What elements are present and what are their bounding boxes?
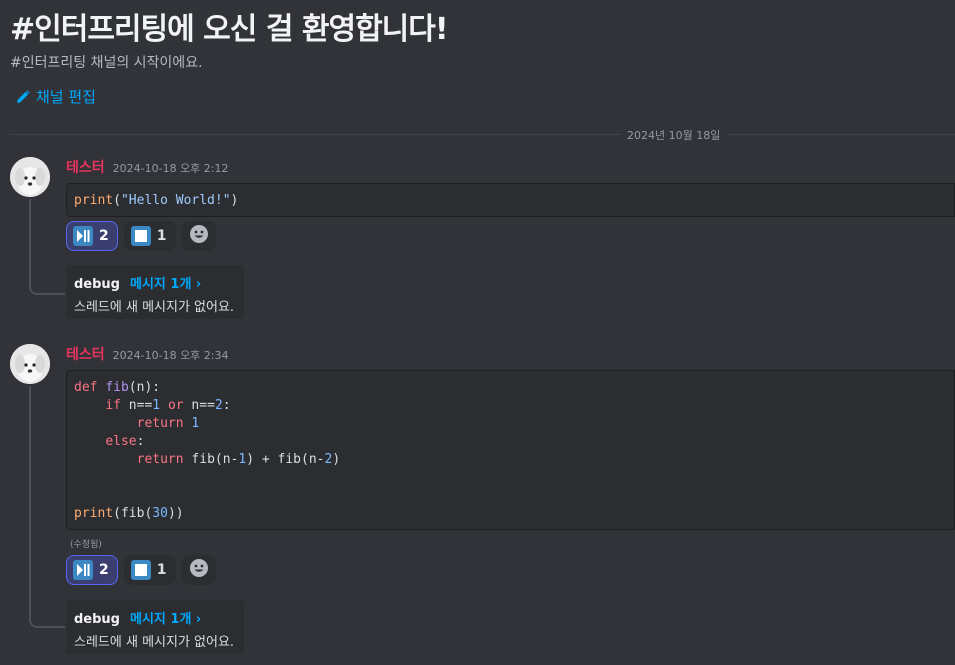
edited-label: (수정됨) [70, 540, 102, 550]
thread-empty-text: 스레드에 새 메시지가 없어요. [74, 635, 235, 650]
code-block: print("Hello World!") [66, 183, 955, 217]
stop-icon [130, 560, 151, 580]
reaction-count: 1 [156, 228, 167, 244]
thread-preview[interactable]: debug 메시지 1개 › 스레드에 새 메시지가 없어요. [66, 600, 244, 654]
reaction-count: 2 [99, 228, 109, 244]
reactions-bar: 2 1 [66, 555, 216, 585]
smiley-icon [189, 558, 209, 582]
thread-connector [29, 386, 65, 628]
message-header: 테스터 2024-10-18 오후 2:12 [66, 157, 229, 177]
thread-name: debug [74, 612, 120, 627]
thread-message-count[interactable]: 메시지 1개 › [130, 273, 201, 292]
author-name[interactable]: 테스터 [66, 157, 105, 177]
code-block: def fib(n): if n==1 or n==2: return 1 el… [66, 370, 955, 530]
avatar[interactable] [10, 344, 50, 384]
reaction-stop[interactable]: 1 [123, 555, 176, 585]
thread-empty-text: 스레드에 새 메시지가 없어요. [74, 300, 235, 315]
play-pause-icon [73, 560, 93, 580]
welcome-subtitle: #인터프리팅 채널의 시작이에요. [10, 55, 203, 71]
thread-connector [29, 199, 65, 295]
edit-channel-label: 채널 편집 [36, 88, 96, 106]
date-divider-line [10, 134, 955, 135]
reactions-bar: 2 1 [66, 221, 216, 251]
reaction-play-pause[interactable]: 2 [66, 555, 118, 585]
smiley-icon [189, 224, 209, 248]
add-reaction-button[interactable] [181, 221, 216, 251]
thread-message-count[interactable]: 메시지 1개 › [130, 608, 201, 627]
play-pause-icon [73, 226, 93, 246]
avatar[interactable] [10, 157, 50, 197]
thread-name: debug [74, 277, 120, 292]
channel-view: #인터프리팅에 오신 걸 환영합니다! #인터프리팅 채널의 시작이에요. 채널… [0, 0, 955, 665]
edit-channel-button[interactable]: 채널 편집 [16, 86, 96, 107]
add-reaction-button[interactable] [181, 555, 216, 585]
welcome-title: #인터프리팅에 오신 걸 환영합니다! [10, 12, 449, 47]
message-header: 테스터 2024-10-18 오후 2:34 [66, 344, 229, 364]
thread-preview[interactable]: debug 메시지 1개 › 스레드에 새 메시지가 없어요. [66, 265, 244, 319]
reaction-stop[interactable]: 1 [123, 221, 176, 251]
reaction-play-pause[interactable]: 2 [66, 221, 118, 251]
reaction-count: 2 [99, 562, 109, 578]
author-name[interactable]: 테스터 [66, 344, 105, 364]
date-divider-label: 2024년 10월 18일 [621, 127, 727, 143]
timestamp: 2024-10-18 오후 2:34 [112, 349, 229, 362]
timestamp: 2024-10-18 오후 2:12 [112, 162, 229, 175]
reaction-count: 1 [156, 562, 167, 578]
stop-icon [130, 226, 151, 246]
pencil-icon [16, 89, 30, 104]
